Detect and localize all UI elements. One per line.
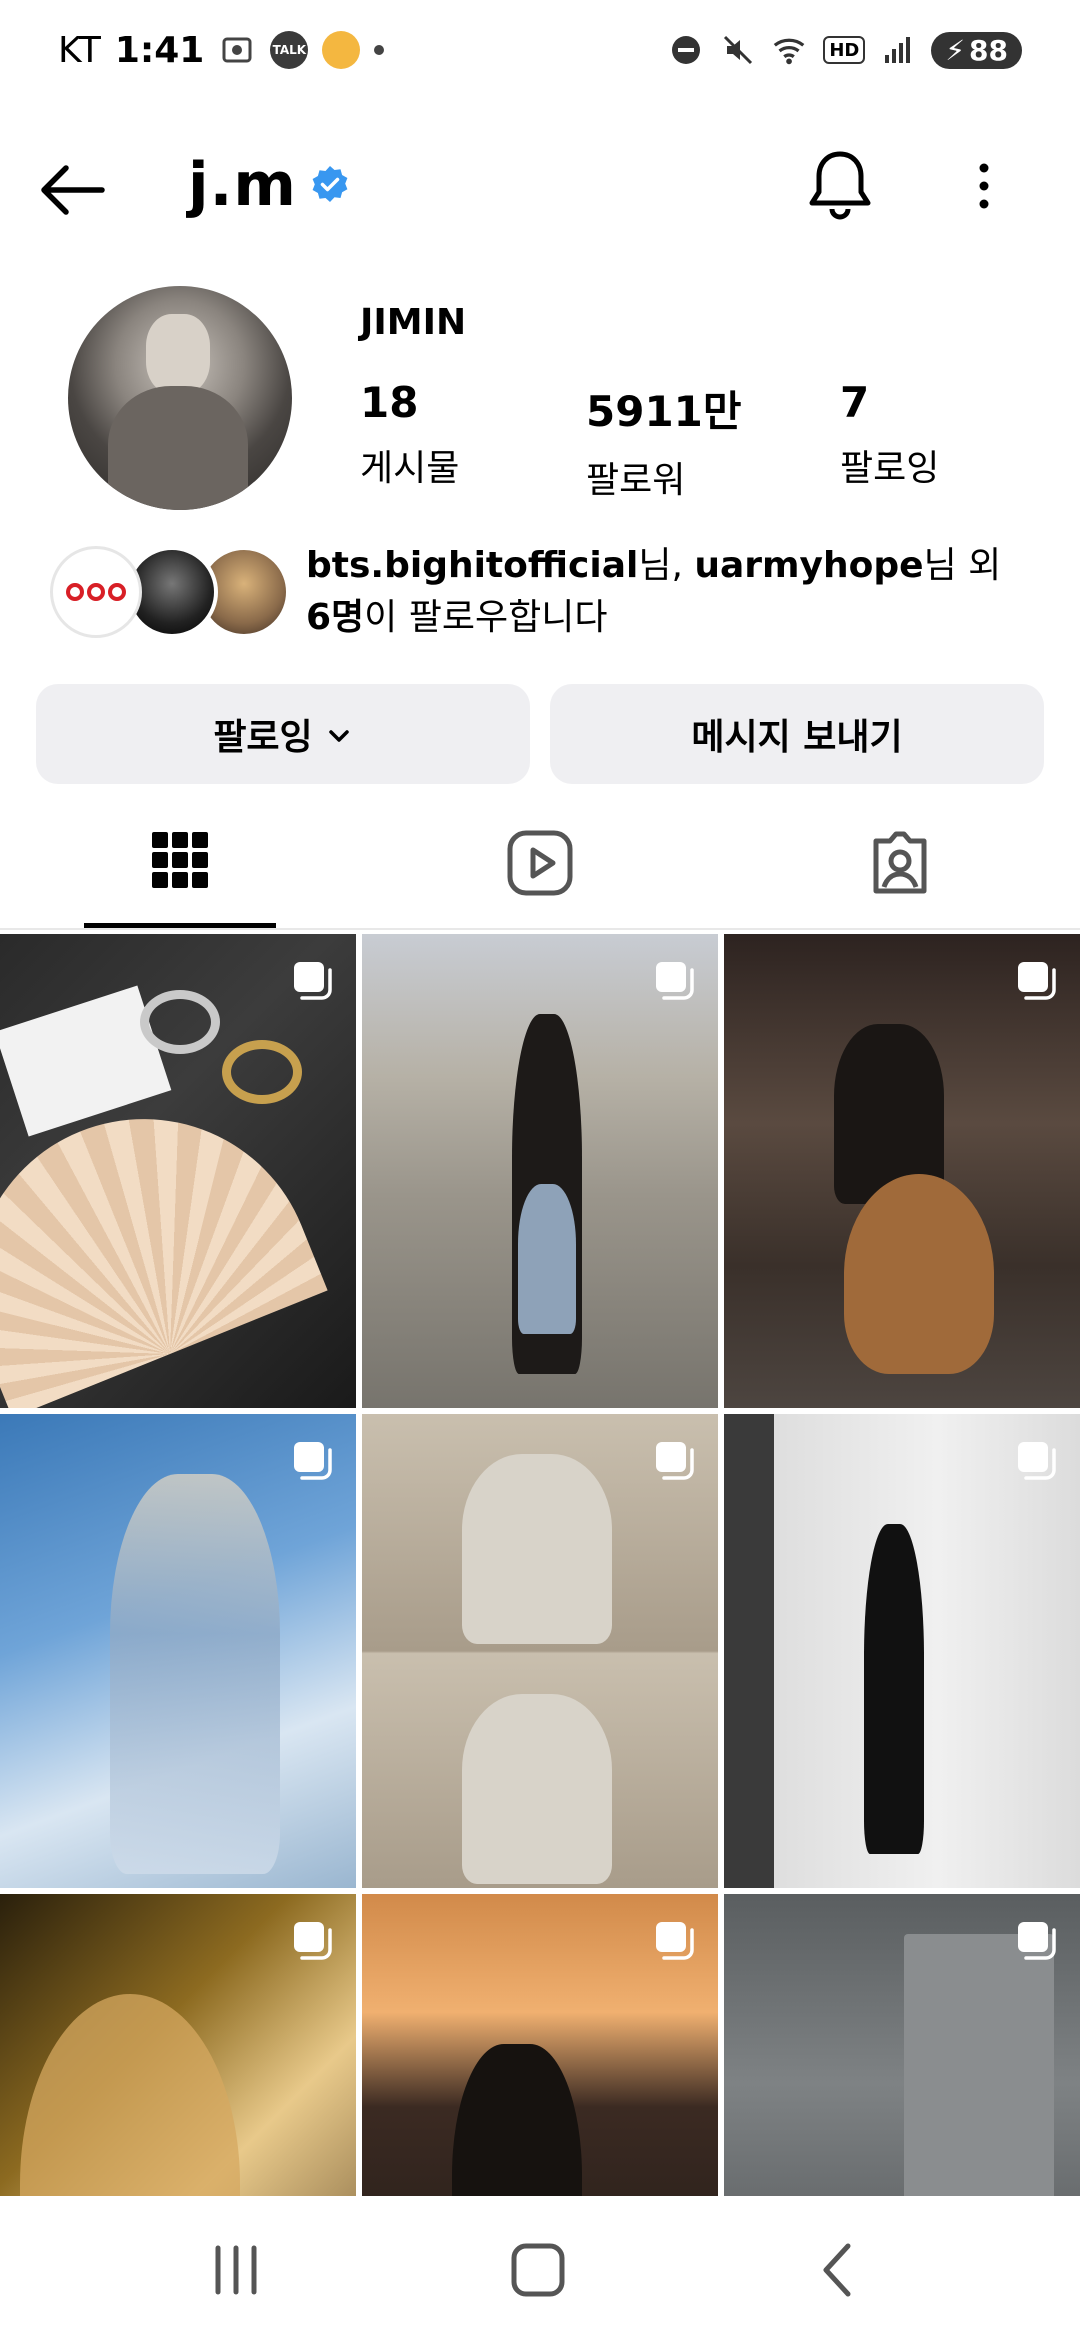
profile-tabs <box>0 800 1080 930</box>
profile-display-name: JIMIN <box>360 302 467 343</box>
mutual-user-2[interactable]: uarmyhope <box>694 545 923 586</box>
post-thumbnail[interactable] <box>362 934 718 1408</box>
following-button[interactable]: 팔로잉 <box>36 684 530 784</box>
profile-avatar[interactable] <box>68 286 292 510</box>
followed-by-suffix-1: 님, <box>638 545 695 586</box>
mutual-count: 6명 <box>306 597 365 638</box>
battery-indicator: ⚡ 88 <box>931 31 1022 69</box>
signal-icon <box>879 31 917 69</box>
more-options-icon[interactable] <box>960 156 1008 216</box>
do-not-disturb-icon <box>667 31 705 69</box>
carousel-icon <box>290 1438 334 1482</box>
profile-username: j.m <box>188 150 297 220</box>
post-thumbnail[interactable] <box>0 934 356 1408</box>
carrier: KT <box>58 29 101 71</box>
followed-by-suffix-2: 님 외 <box>923 545 1002 586</box>
tab-posts-grid[interactable] <box>84 800 276 928</box>
stat-followers-value: 5911만 <box>586 387 742 436</box>
avatar-head-shape <box>146 314 210 394</box>
carousel-icon <box>1014 1918 1058 1962</box>
reels-icon <box>507 830 573 900</box>
silhouette-shape <box>864 1524 924 1854</box>
battery-level: 88 <box>969 33 1008 67</box>
carousel-icon <box>290 958 334 1002</box>
recent-apps-icon[interactable] <box>206 2244 266 2296</box>
silver-bracelet-shape <box>140 990 220 1054</box>
stat-posts: 18 게시물 <box>360 378 459 491</box>
carousel-icon <box>652 958 696 1002</box>
figure-jeans-shape <box>518 1184 576 1334</box>
avatar-body-shape <box>108 386 248 510</box>
performer-shape <box>110 1474 280 1874</box>
post-thumbnail[interactable] <box>724 1414 1080 1888</box>
post-thumbnail[interactable] <box>362 1414 718 1888</box>
following-button-label: 팔로잉 <box>213 717 313 758</box>
person-top-shape <box>462 1454 612 1644</box>
post-thumbnail[interactable] <box>0 1414 356 1888</box>
carousel-icon <box>652 1918 696 1962</box>
carousel-icon <box>652 1438 696 1482</box>
screen-record-icon <box>218 31 256 69</box>
profile-header: j.m <box>0 120 1080 250</box>
dog-shape <box>844 1174 994 1374</box>
app-notification-icon <box>322 31 361 69</box>
status-bar: KT 1:41 TALK HD ⚡ 88 <box>0 0 1080 100</box>
back-arrow-icon[interactable] <box>36 160 108 220</box>
notification-bell-icon[interactable] <box>806 146 874 226</box>
hd-icon: HD <box>823 36 866 64</box>
carousel-icon <box>290 1918 334 1962</box>
stat-posts-value: 18 <box>360 378 419 427</box>
clock: 1:41 <box>114 29 205 71</box>
stat-following-label: 팔로잉 <box>840 448 940 489</box>
message-button[interactable]: 메시지 보내기 <box>550 684 1044 784</box>
tab-reels[interactable] <box>444 800 636 930</box>
person-bottom-shape <box>462 1694 612 1884</box>
more-notifications-dot <box>374 45 385 55</box>
home-icon[interactable] <box>508 2242 568 2298</box>
stat-followers[interactable]: 5911만 팔로워 <box>586 378 742 503</box>
stat-following[interactable]: 7 팔로잉 <box>840 378 939 491</box>
mutual-follower-avatar-1[interactable] <box>50 546 142 638</box>
mutual-user-1[interactable]: bts.bighitofficial <box>306 545 638 586</box>
tab-tagged[interactable] <box>804 800 996 930</box>
gold-bracelet-shape <box>222 1040 302 1104</box>
verified-badge-icon <box>310 164 350 204</box>
back-nav-icon[interactable] <box>816 2242 860 2298</box>
chevron-down-icon <box>325 714 353 755</box>
kakaotalk-icon: TALK <box>270 31 309 69</box>
grid-icon <box>150 830 210 894</box>
stat-posts-label: 게시물 <box>360 448 460 489</box>
stat-following-value: 7 <box>840 378 870 427</box>
stat-followers-label: 팔로워 <box>586 460 686 501</box>
carousel-icon <box>1014 1438 1058 1482</box>
bts-logo-icon <box>66 583 126 601</box>
system-nav-bar <box>0 2196 1080 2340</box>
tagged-icon <box>866 829 934 901</box>
followed-by-text[interactable]: bts.bighitofficial님, uarmyhope님 외 6명이 팔로우… <box>306 540 1026 644</box>
wifi-icon <box>771 31 809 69</box>
post-thumbnail[interactable] <box>724 934 1080 1408</box>
followed-by-suffix-3: 이 팔로우합니다 <box>364 597 608 638</box>
message-button-label: 메시지 보내기 <box>691 717 903 758</box>
carousel-icon <box>1014 958 1058 1002</box>
charging-icon: ⚡ <box>945 33 966 67</box>
mute-icon <box>719 31 757 69</box>
